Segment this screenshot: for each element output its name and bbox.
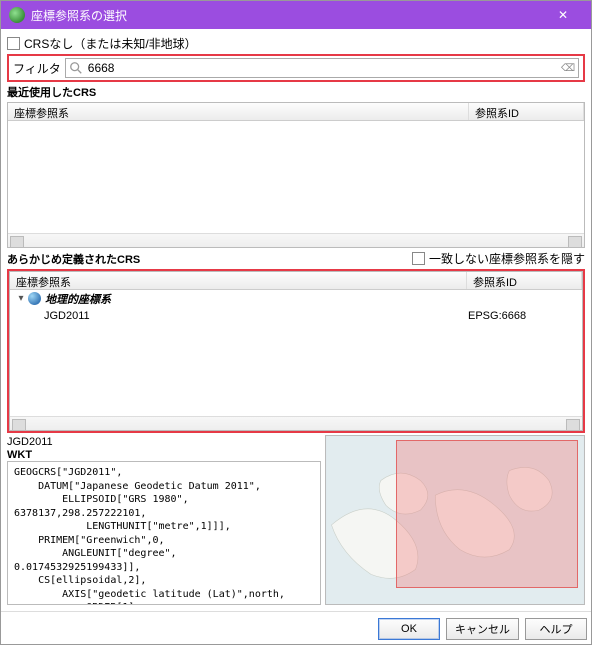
recent-col-id[interactable]: 参照系ID [469,103,584,120]
cancel-button[interactable]: キャンセル [446,618,519,640]
hide-unmatched-checkbox[interactable] [412,252,425,265]
tree-item-id: EPSG:6668 [468,310,578,322]
hide-unmatched-label: 一致しない座標参照系を隠す [429,250,585,267]
detail-area: JGD2011 WKT GEOGCRS["JGD2011", DATUM["Ja… [7,435,585,605]
help-button[interactable]: ヘルプ [525,618,587,640]
window-title: 座標参照系の選択 [31,7,543,24]
predefined-col-name[interactable]: 座標参照系 [10,272,467,289]
app-icon [9,7,25,23]
recent-col-name[interactable]: 座標参照系 [8,103,469,120]
no-crs-row: CRSなし（または未知/非地球） [7,35,585,52]
filter-label: フィルタ [13,60,61,77]
hide-unmatched-row: 一致しない座標参照系を隠す [412,250,585,267]
predefined-body[interactable]: ▾ 地理的座標系 JGD2011 EPSG:6668 [10,290,582,416]
wkt-text[interactable]: GEOGCRS["JGD2011", DATUM["Japanese Geode… [7,461,321,605]
crs-selector-window: 座標参照系の選択 ✕ CRSなし（または未知/非地球） フィルタ ⌫ 最近使用し… [0,0,592,645]
recent-body[interactable] [8,121,584,233]
predefined-crs-pane: 座標参照系 参照系ID ▾ 地理的座標系 JGD2011 EPSG:6668 [9,271,583,431]
predefined-header: 座標参照系 参照系ID [10,272,582,290]
crs-extent-box [396,440,578,588]
no-crs-label: CRSなし（または未知/非地球） [24,35,197,52]
tree-item-row[interactable]: JGD2011 EPSG:6668 [10,307,582,324]
selected-crs-name: JGD2011 [7,435,321,449]
extent-map[interactable] [325,435,585,605]
wkt-label: WKT [7,449,321,461]
filter-input-wrap: ⌫ [65,58,579,78]
recent-section-label: 最近使用したCRS [7,84,585,100]
no-crs-checkbox[interactable] [7,37,20,50]
recent-header: 座標参照系 参照系ID [8,103,584,121]
predefined-hscroll[interactable] [10,416,582,430]
predefined-col-id[interactable]: 参照系ID [467,272,582,289]
recent-hscroll[interactable] [8,233,584,247]
tree-category-label: 地理的座標系 [45,291,468,307]
search-icon [69,61,83,75]
globe-icon [28,292,41,305]
predefined-section-label: あらかじめ定義されたCRS [7,251,140,267]
content-area: CRSなし（または未知/非地球） フィルタ ⌫ 最近使用したCRS 座標参照系 … [1,29,591,611]
predefined-highlight: 座標参照系 参照系ID ▾ 地理的座標系 JGD2011 EPSG:6668 [7,269,585,433]
titlebar: 座標参照系の選択 ✕ [1,1,591,29]
filter-row: フィルタ ⌫ [7,54,585,82]
ok-button[interactable]: OK [378,618,440,640]
filter-input[interactable] [65,58,579,78]
close-button[interactable]: ✕ [543,1,583,29]
clear-filter-button[interactable]: ⌫ [561,61,575,75]
tree-collapse-icon[interactable]: ▾ [14,293,28,304]
tree-category-row[interactable]: ▾ 地理的座標系 [10,290,582,307]
tree-item-name: JGD2011 [44,310,468,322]
button-bar: OK キャンセル ヘルプ [1,611,591,644]
predefined-header-row: あらかじめ定義されたCRS 一致しない座標参照系を隠す [7,250,585,267]
wkt-pane: JGD2011 WKT GEOGCRS["JGD2011", DATUM["Ja… [7,435,321,605]
recent-crs-pane: 座標参照系 参照系ID [7,102,585,248]
